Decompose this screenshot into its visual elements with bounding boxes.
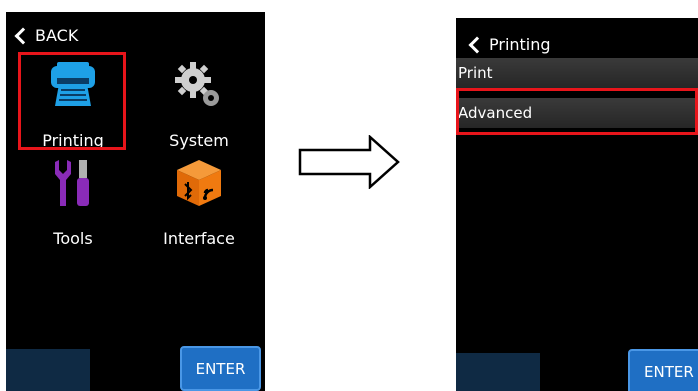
tile-label: System: [169, 131, 229, 150]
printing-back-button[interactable]: Printing: [468, 35, 551, 54]
enter-button[interactable]: ENTER: [628, 349, 698, 391]
back-button[interactable]: BACK: [14, 26, 78, 45]
tile-interface[interactable]: Interface: [144, 150, 254, 250]
menu-item-print[interactable]: Print: [456, 58, 698, 88]
enter-label: ENTER: [644, 363, 694, 381]
status-bar: [6, 349, 90, 391]
selection-highlight: [456, 88, 698, 135]
enter-button[interactable]: ENTER: [180, 346, 261, 391]
tile-label: Interface: [163, 229, 235, 248]
selection-highlight: [18, 52, 126, 150]
tile-label: Tools: [53, 229, 93, 248]
enter-label: ENTER: [195, 359, 246, 378]
interface-cube-icon: [173, 158, 225, 212]
tile-tools[interactable]: Tools: [18, 150, 128, 250]
back-label: BACK: [35, 26, 79, 45]
tile-system[interactable]: System: [144, 52, 254, 152]
chevron-left-icon: [14, 27, 32, 44]
main-menu-screen: BACK Printing System Tools Interface ENT…: [6, 12, 265, 391]
right-arrow-icon: [298, 135, 400, 189]
page-title: Printing: [489, 35, 551, 54]
status-bar: [456, 353, 540, 391]
gears-icon: [173, 60, 225, 116]
printing-menu-screen: Printing Print Advanced ENTER: [456, 18, 698, 391]
menu-item-label: Print: [458, 64, 493, 82]
chevron-left-icon: [468, 36, 486, 53]
tools-icon: [47, 158, 99, 212]
